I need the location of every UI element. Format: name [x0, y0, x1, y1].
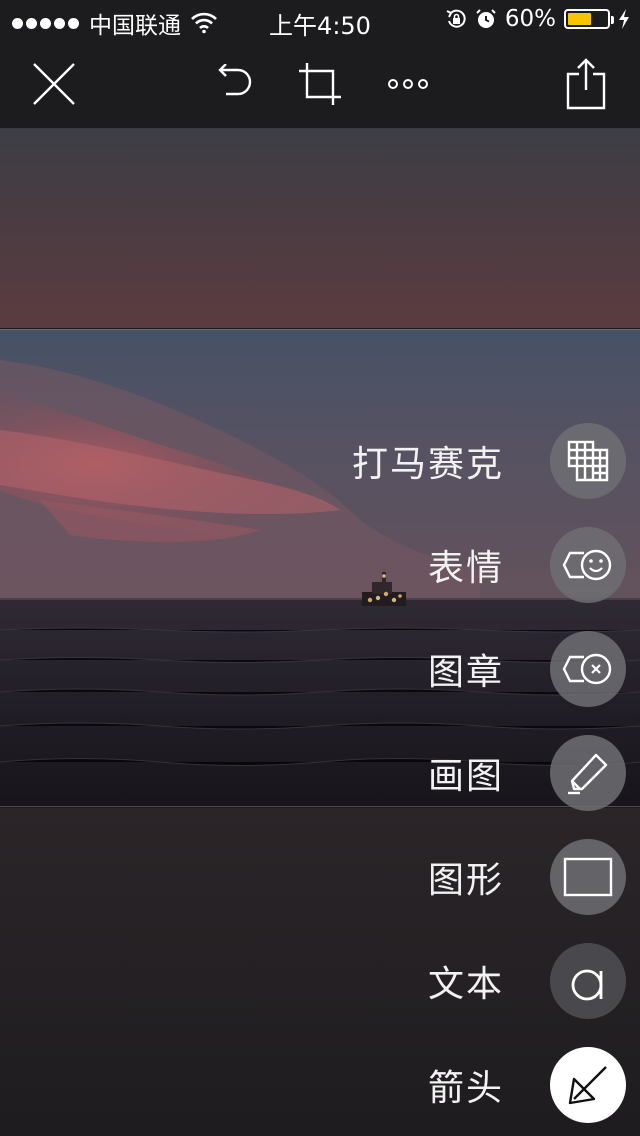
canvas-background-top: [0, 129, 640, 328]
tool-emoji[interactable]: 表情: [428, 527, 626, 603]
share-button[interactable]: [556, 54, 616, 114]
tool-label: 图章: [427, 652, 504, 693]
more-icon: [388, 79, 428, 89]
battery-percent: 60%: [504, 6, 556, 32]
arrow-icon: [568, 1066, 607, 1105]
battery-fill: [568, 13, 591, 25]
tool-label: 打马赛克: [351, 444, 504, 485]
tool-mosaic[interactable]: 打马赛克: [352, 423, 626, 499]
tool-text[interactable]: 文本: [428, 943, 626, 1019]
tool-shape[interactable]: 图形: [428, 839, 626, 915]
tool-circle: [550, 527, 626, 603]
tool-circle: [550, 735, 626, 811]
tool-draw[interactable]: 画图: [428, 735, 626, 811]
close-button[interactable]: [24, 54, 84, 114]
crop-icon: [299, 63, 341, 105]
more-button[interactable]: [378, 54, 438, 114]
text-a-icon: [571, 969, 603, 1001]
tool-label: 文本: [427, 964, 504, 1005]
tool-label: 箭头: [427, 1068, 504, 1109]
crop-button[interactable]: [290, 54, 350, 114]
tool-circle: [550, 631, 626, 707]
close-icon: [33, 63, 75, 105]
alarm-icon: [476, 9, 496, 28]
mosaic-grid-icon: [567, 440, 609, 482]
tool-label: 图形: [427, 860, 504, 901]
tool-circle: [550, 943, 626, 1019]
share-icon: [566, 58, 606, 110]
charging-bolt-icon: [619, 9, 629, 29]
emoji-sticker-icon: [562, 549, 612, 581]
battery-icon: [564, 9, 614, 29]
tool-label: 画图: [427, 756, 504, 797]
pen-icon: [568, 753, 608, 795]
undo-icon: [218, 64, 252, 96]
tool-circle: [550, 423, 626, 499]
stamp-icon: [562, 653, 612, 685]
rectangle-shape-icon: [563, 857, 613, 897]
tool-arrow[interactable]: 箭头: [428, 1047, 626, 1123]
tool-label: 表情: [427, 548, 504, 589]
tool-circle-active: [550, 1047, 626, 1123]
tool-stamp[interactable]: 图章: [428, 631, 626, 707]
rotation-lock-icon: [446, 9, 466, 28]
status-right: 60%: [445, 6, 630, 32]
editor-toolbar: [0, 40, 640, 128]
status-bar: 中国联通 上午4:50 60%: [0, 0, 640, 40]
undo-button[interactable]: [202, 54, 262, 114]
tool-circle: [550, 839, 626, 915]
